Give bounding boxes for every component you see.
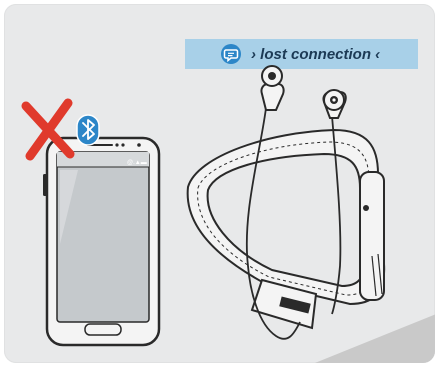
- neckband-headset: [186, 65, 386, 340]
- device-illustration: @.▲▬: [21, 65, 386, 347]
- illustration-panel: › lost connection ‹ @.▲▬: [4, 4, 435, 363]
- svg-text:@.▲▬: @.▲▬: [127, 160, 147, 166]
- smartphone: @.▲▬: [43, 136, 161, 347]
- bluetooth-icon: [76, 114, 100, 146]
